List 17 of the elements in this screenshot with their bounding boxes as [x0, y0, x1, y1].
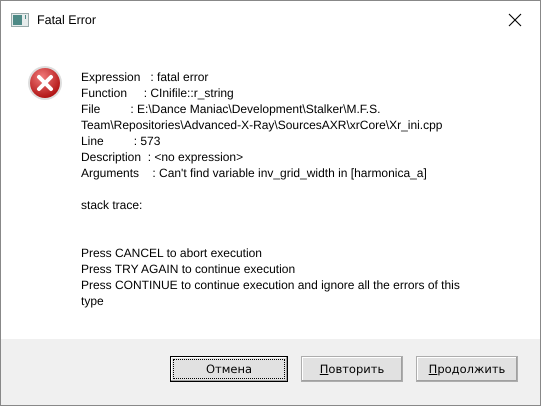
error-detail: Function : CInifile::r_string — [81, 85, 235, 101]
error-detail: Expression : fatal error — [81, 69, 210, 85]
error-detail: Line : 573 — [81, 133, 162, 149]
error-detail: Arguments : Can't find variable inv_grid_width in [harmonica_a] — [81, 165, 428, 181]
error-icon — [27, 65, 63, 101]
dialog-button[interactable]: Повторить — [301, 356, 403, 382]
close-icon — [508, 13, 522, 27]
stack-trace-label: stack trace: — [81, 197, 144, 213]
window-title: Fatal Error — [37, 13, 98, 27]
window-app-icon — [11, 13, 29, 27]
dialog-button[interactable]: Отмена — [170, 356, 288, 382]
instruction-text: Press CANCEL to abort execution — [81, 245, 263, 261]
instruction-text: Press TRY AGAIN to continue execution — [81, 261, 296, 277]
error-detail: Description : <no expression> — [81, 149, 244, 165]
dialog-button[interactable]: Продолжить — [416, 356, 518, 382]
error-detail: File : E:\Dance Maniac\Development\Stalker\M.F.S. Team\Repositories\Advanced-X-Ray\SourcesAXR\xrCore\Xr_ini.cpp — [81, 101, 444, 133]
instruction-text: Press CONTINUE to continue execution and ignore all the errors of this type — [81, 277, 461, 309]
